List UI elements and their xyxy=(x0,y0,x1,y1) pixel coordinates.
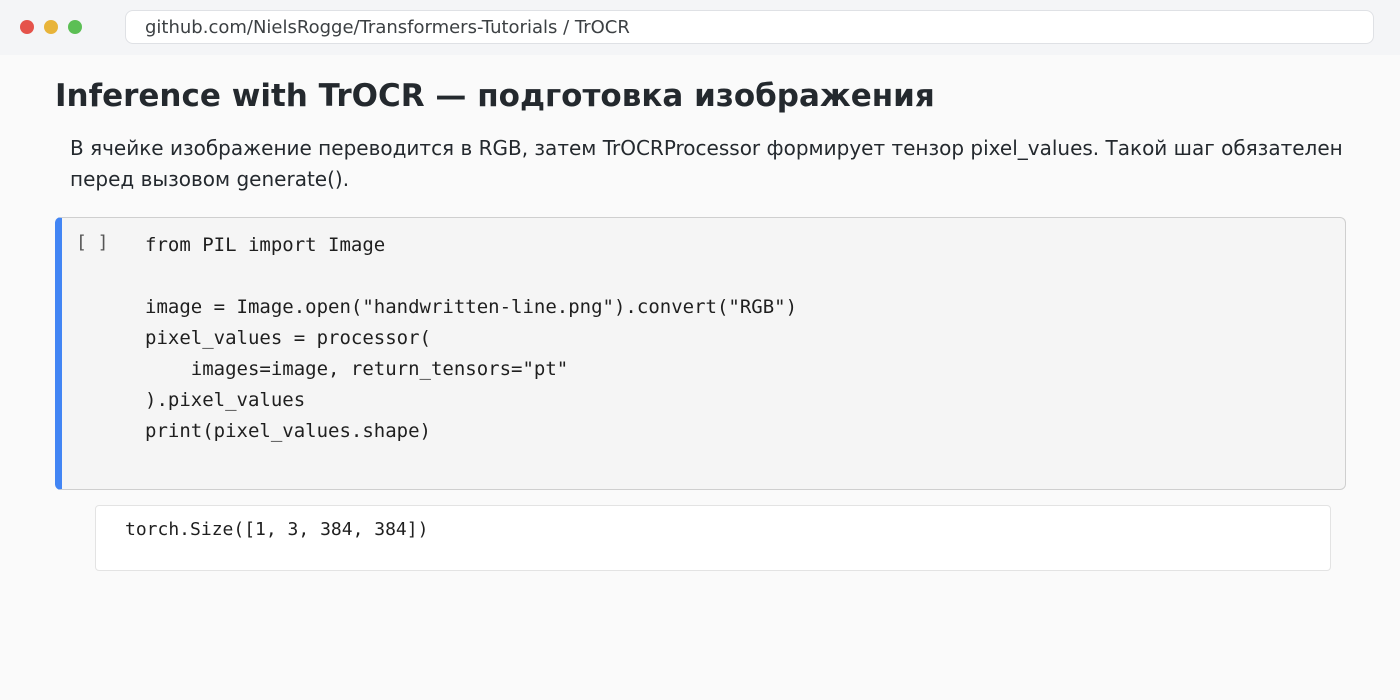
address-bar[interactable]: github.com/NielsRogge/Transformers-Tutor… xyxy=(125,10,1374,44)
maximize-window-button[interactable] xyxy=(68,20,82,34)
markdown-description: В ячейке изображение переводится в RGB, … xyxy=(70,136,1343,191)
output-area: torch.Size([1, 3, 384, 384]) xyxy=(95,505,1331,571)
page-title: Inference with TrOCR — подготовка изобра… xyxy=(55,78,935,114)
code-editor[interactable]: from PIL import Image image = Image.open… xyxy=(145,230,797,447)
minimize-window-button[interactable] xyxy=(44,20,58,34)
output-text: torch.Size([1, 3, 384, 384]) xyxy=(125,519,429,540)
close-window-button[interactable] xyxy=(20,20,34,34)
code-cell[interactable]: [ ] from PIL import Image image = Image.… xyxy=(55,217,1346,490)
execution-count: [ ] xyxy=(76,232,109,253)
browser-toolbar: github.com/NielsRogge/Transformers-Tutor… xyxy=(0,0,1400,55)
